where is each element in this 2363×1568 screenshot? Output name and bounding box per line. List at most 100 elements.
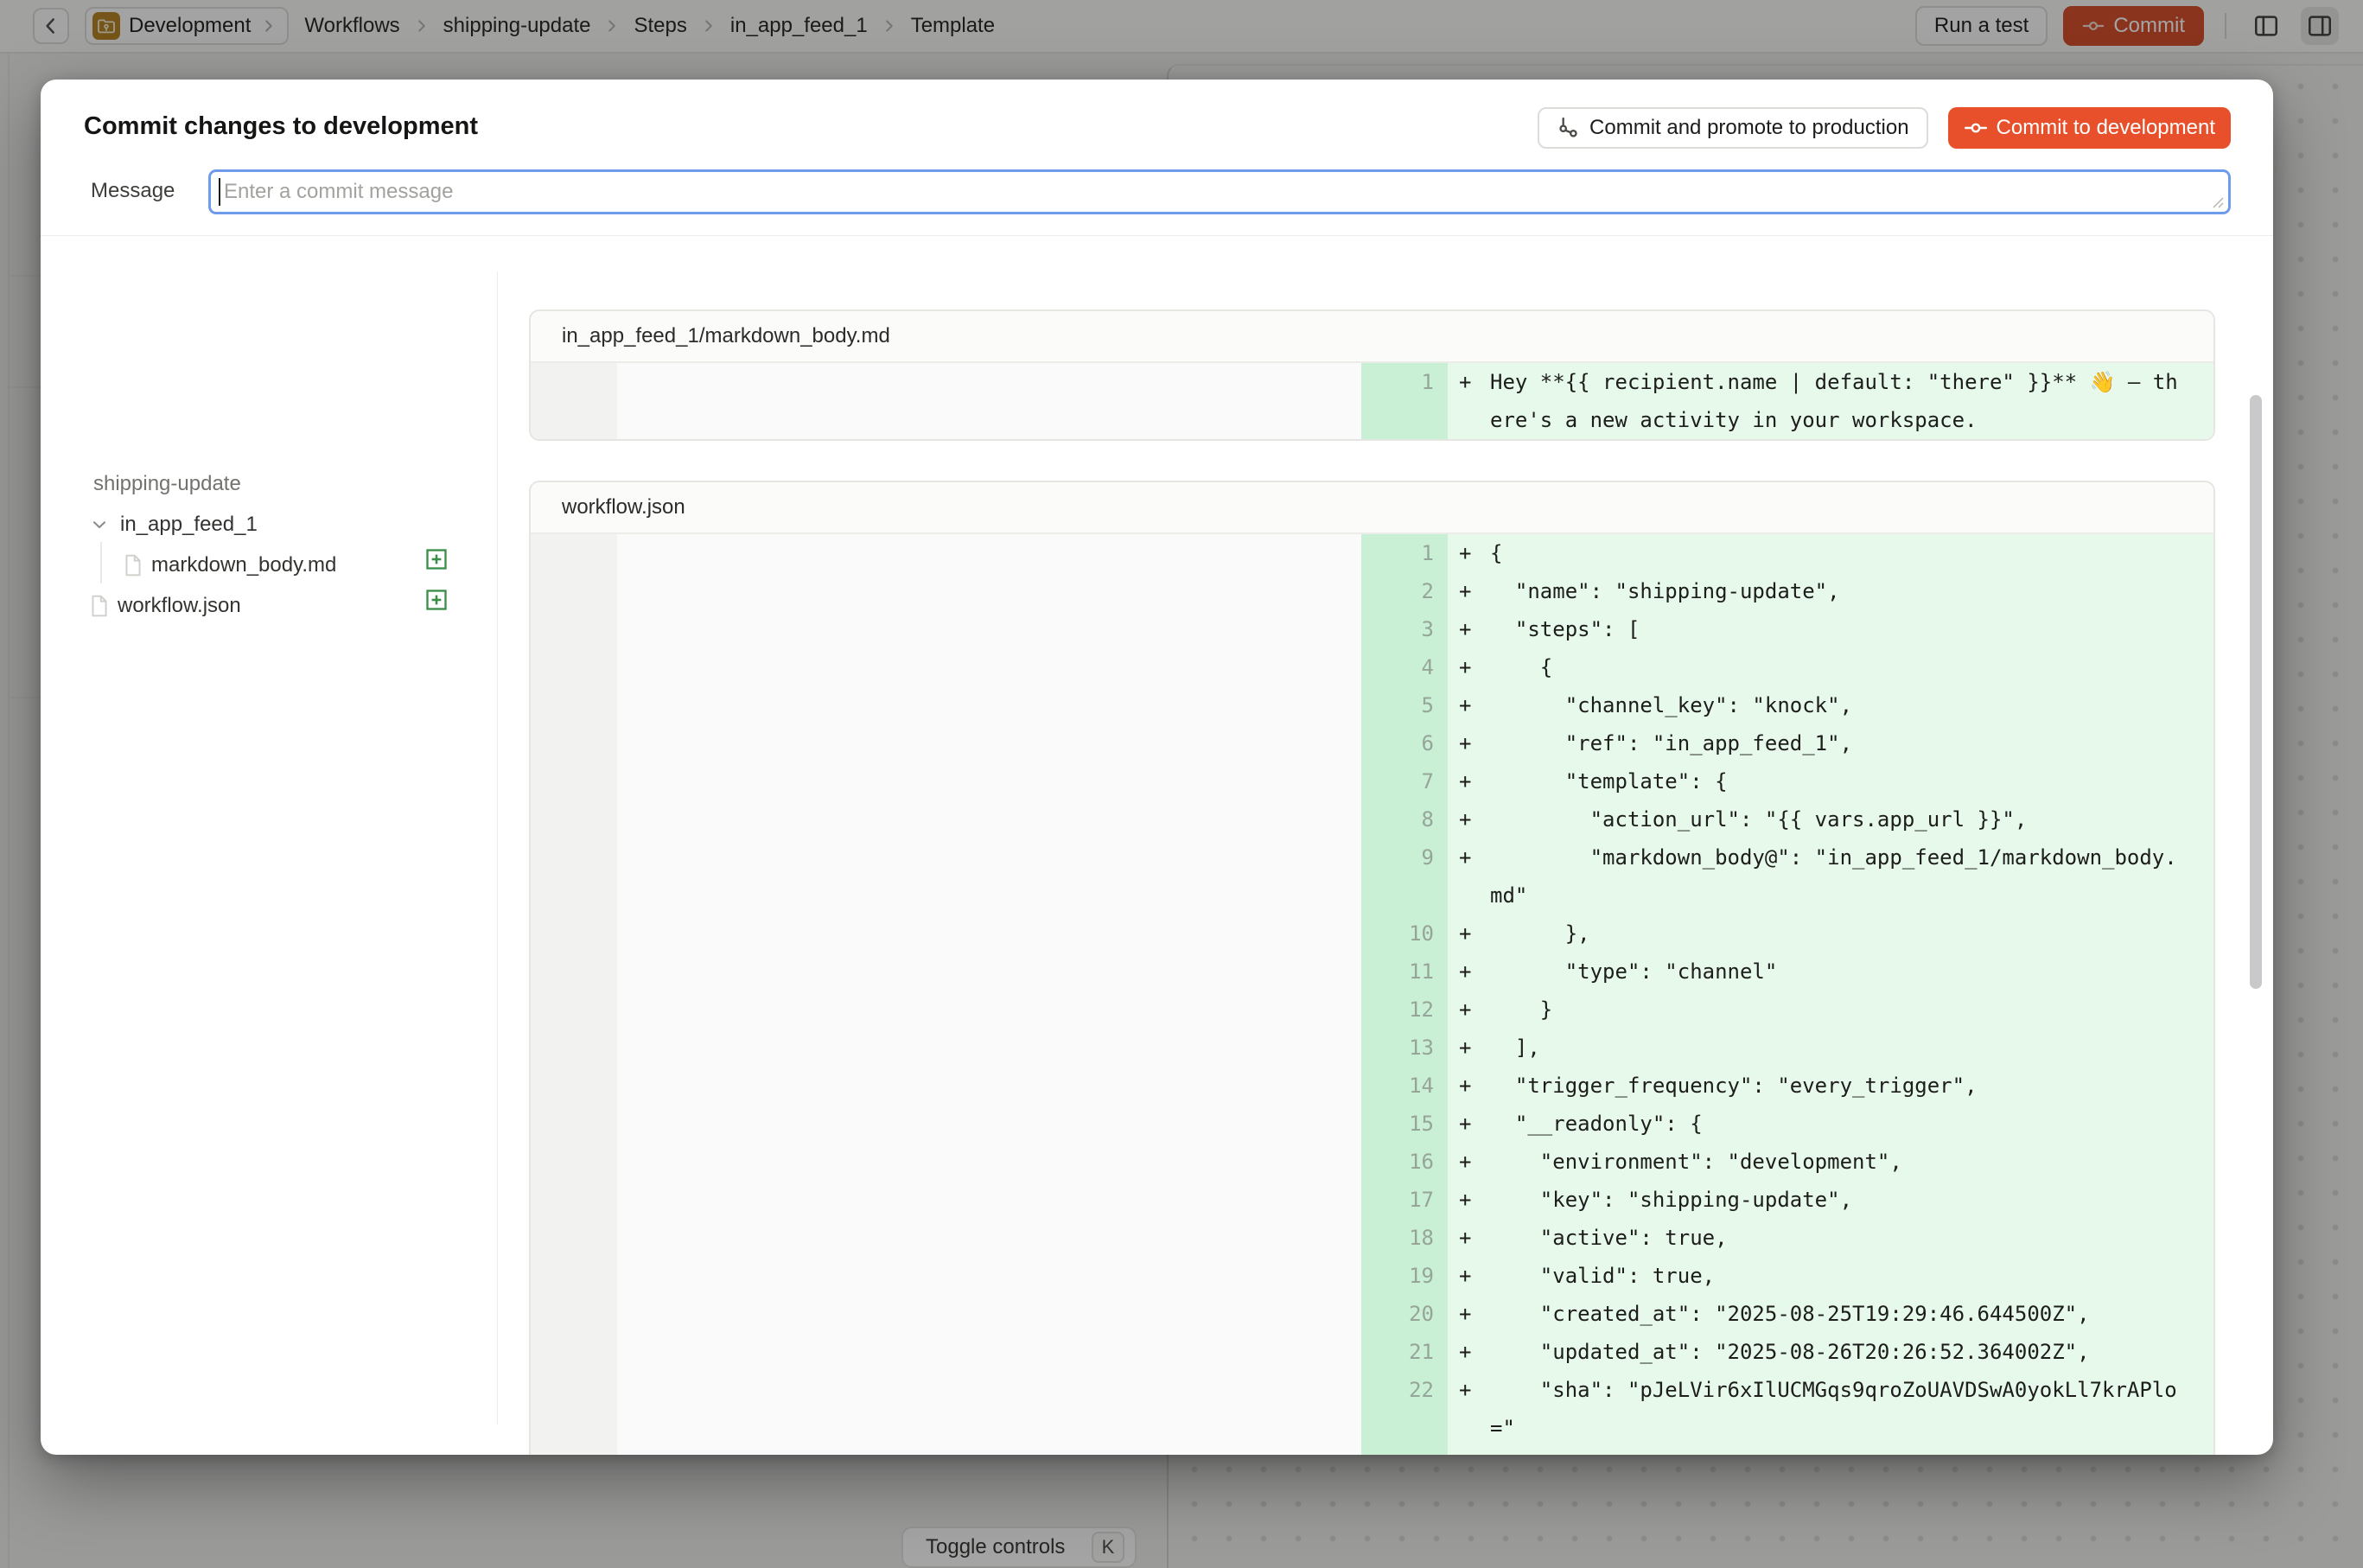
diff-code-text: "valid": true, <box>1490 1257 1715 1295</box>
chevron-down-icon[interactable] <box>89 514 110 535</box>
diff-panel-title: in_app_feed_1/markdown_body.md <box>531 311 2213 363</box>
commit-to-development-button[interactable]: Commit to development <box>1948 107 2231 149</box>
diff-plus-marker: + <box>1459 991 1490 1029</box>
diff-line: 5+ "channel_key": "knock", <box>531 686 2213 724</box>
tree-item-workflow-json-file[interactable]: workflow.json <box>88 587 241 625</box>
diff-old-content <box>617 610 1361 648</box>
tree-item-step[interactable]: in_app_feed_1 <box>89 506 258 544</box>
diff-added-line: + } <box>1448 991 2213 1029</box>
modal-scrollbar[interactable] <box>2250 395 2262 989</box>
diff-line-number: 7 <box>1361 762 1448 800</box>
diff-code-text: { <box>1490 648 1552 686</box>
diff-plus-marker: + <box>1459 534 1490 572</box>
diff-line-number: 14 <box>1361 1067 1448 1105</box>
diff-line-number: 21 <box>1361 1333 1448 1371</box>
commit-to-development-label: Commit to development <box>1997 116 2215 140</box>
diff-code-text: "template": { <box>1490 762 1728 800</box>
diff-added-line: + "key": "shipping-update", <box>1448 1181 2213 1219</box>
diff-added-icon <box>424 587 449 613</box>
diff-old-gutter <box>531 610 617 648</box>
diff-code-text: "channel_key": "knock", <box>1490 686 1852 724</box>
diff-added-line: + "environment": "development", <box>1448 1143 2213 1181</box>
commit-message-input[interactable]: Enter a commit message <box>208 169 2231 214</box>
tree-item-markdown-file[interactable]: markdown_body.md <box>122 546 336 584</box>
changed-files-tree: shipping-update in_app_feed_1 markdown_b… <box>41 235 497 1455</box>
diff-old-content <box>617 534 1361 572</box>
diff-old-content <box>617 572 1361 610</box>
diff-line: 12+ } <box>531 991 2213 1029</box>
diff-line: 3+ "steps": [ <box>531 610 2213 648</box>
diff-old-gutter <box>531 686 617 724</box>
diff-old-gutter <box>531 915 617 953</box>
git-merge-icon <box>1557 116 1581 140</box>
diff-old-gutter <box>531 1295 617 1333</box>
commit-and-promote-button[interactable]: Commit and promote to production <box>1538 107 1928 149</box>
diff-line: 23+ } <box>531 1447 2213 1455</box>
diff-added-line: + "__readonly": { <box>1448 1105 2213 1143</box>
diff-old-content <box>617 915 1361 953</box>
diff-old-content <box>617 686 1361 724</box>
diff-added-line: + }, <box>1448 915 2213 953</box>
diff-code-text: Hey **{{ recipient.name | default: "ther… <box>1490 363 2178 439</box>
diff-added-line: + "steps": [ <box>1448 610 2213 648</box>
diff-line-number: 9 <box>1361 838 1448 915</box>
diff-old-gutter <box>531 1105 617 1143</box>
commit-message-placeholder: Enter a commit message <box>224 180 453 204</box>
diff-added-line: +Hey **{{ recipient.name | default: "the… <box>1448 363 2213 439</box>
diff-old-gutter <box>531 1067 617 1105</box>
diff-line-number: 6 <box>1361 724 1448 762</box>
diff-line: 17+ "key": "shipping-update", <box>531 1181 2213 1219</box>
diff-old-content <box>617 1257 1361 1295</box>
diff-old-content <box>617 762 1361 800</box>
diff-added-line: + "active": true, <box>1448 1219 2213 1257</box>
diff-old-gutter <box>531 762 617 800</box>
diff-old-content <box>617 724 1361 762</box>
diff-old-gutter <box>531 838 617 915</box>
diff-line: 18+ "active": true, <box>531 1219 2213 1257</box>
diff-code-text: "sha": "pJeLVir6xIlUCMGqs9qroZoUAVDSwA0y… <box>1490 1371 2177 1447</box>
diff-line: 1+Hey **{{ recipient.name | default: "th… <box>531 363 2213 439</box>
diff-line-number: 17 <box>1361 1181 1448 1219</box>
diff-old-content <box>617 953 1361 991</box>
resize-grip-icon[interactable] <box>2208 193 2226 210</box>
diff-line: 9+ "markdown_body@": "in_app_feed_1/mark… <box>531 838 2213 915</box>
diff-line: 21+ "updated_at": "2025-08-26T20:26:52.3… <box>531 1333 2213 1371</box>
diff-old-gutter <box>531 648 617 686</box>
diff-old-gutter <box>531 1143 617 1181</box>
diff-line: 8+ "action_url": "{{ vars.app_url }}", <box>531 800 2213 838</box>
diff-line-number: 22 <box>1361 1371 1448 1447</box>
diff-line-number: 2 <box>1361 572 1448 610</box>
diff-line-number: 11 <box>1361 953 1448 991</box>
diff-line: 10+ }, <box>531 915 2213 953</box>
diff-code-text: "action_url": "{{ vars.app_url }}", <box>1490 800 2027 838</box>
diff-plus-marker: + <box>1459 363 1490 401</box>
diff-added-line: + "name": "shipping-update", <box>1448 572 2213 610</box>
diff-old-gutter <box>531 1029 617 1067</box>
diff-line-number: 12 <box>1361 991 1448 1029</box>
diff-line-number: 18 <box>1361 1219 1448 1257</box>
diff-plus-marker: + <box>1459 1257 1490 1295</box>
diff-added-line: + "created_at": "2025-08-25T19:29:46.644… <box>1448 1295 2213 1333</box>
diff-old-gutter <box>531 572 617 610</box>
diff-old-gutter <box>531 363 617 439</box>
diff-old-gutter <box>531 1371 617 1447</box>
diff-code-text: "environment": "development", <box>1490 1143 1902 1181</box>
diff-added-line: + ], <box>1448 1029 2213 1067</box>
modal-actions: Commit and promote to production Commit … <box>1538 107 2231 149</box>
diff-code-text: } <box>1490 991 1552 1029</box>
tree-connector-line <box>100 542 102 583</box>
diff-old-gutter <box>531 1257 617 1295</box>
diff-old-content <box>617 800 1361 838</box>
diff-old-content <box>617 1333 1361 1371</box>
diff-added-line: + "markdown_body@": "in_app_feed_1/markd… <box>1448 838 2213 915</box>
diff-plus-marker: + <box>1459 1371 1490 1409</box>
diff-added-line: +{ <box>1448 534 2213 572</box>
git-commit-icon <box>1964 116 1988 140</box>
tree-item-workflow-root: shipping-update <box>93 465 241 503</box>
diff-code-text: "ref": "in_app_feed_1", <box>1490 724 1852 762</box>
text-caret <box>219 178 220 206</box>
diff-old-gutter <box>531 1219 617 1257</box>
diff-code-text: "name": "shipping-update", <box>1490 572 1840 610</box>
diff-line-number: 8 <box>1361 800 1448 838</box>
diff-old-content <box>617 1067 1361 1105</box>
